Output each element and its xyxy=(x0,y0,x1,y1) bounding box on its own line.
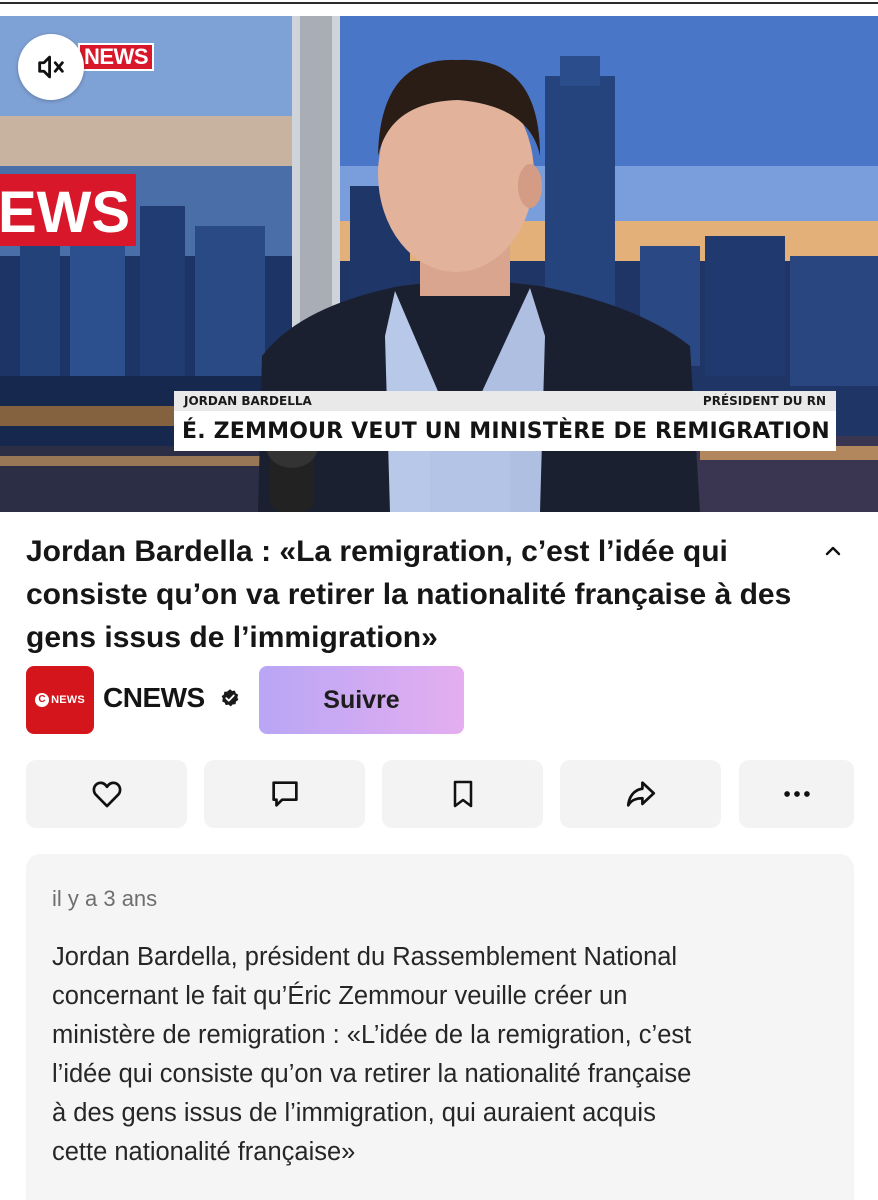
share-icon xyxy=(626,781,655,807)
description-card: il y a 3 ans Jordan Bardella, président … xyxy=(26,854,854,1200)
post-title: Jordan Bardella : «La remigration, c’est… xyxy=(26,535,792,654)
comment-button[interactable] xyxy=(204,760,365,828)
collapse-button[interactable] xyxy=(816,534,850,568)
avatar-logo: C NEWS xyxy=(35,693,85,707)
share-button[interactable] xyxy=(560,760,721,828)
bookmark-button[interactable] xyxy=(382,760,543,828)
more-options-button[interactable] xyxy=(739,760,854,828)
speaker-muted-icon xyxy=(38,55,64,79)
heart-icon xyxy=(92,781,121,808)
avatar-letter: C xyxy=(35,693,50,707)
channel-avatar[interactable]: C NEWS xyxy=(26,666,94,734)
lower-third-headline: É. ZEMMOUR VEUT UN MINISTÈRE DE REMIGRAT… xyxy=(174,411,836,451)
like-button[interactable] xyxy=(26,760,187,828)
verified-badge-icon xyxy=(221,689,239,707)
channel-bug: NEWS xyxy=(78,43,154,71)
bookmark-icon xyxy=(453,780,472,808)
avatar-text: NEWS xyxy=(51,694,85,706)
lower-third-name: JORDAN BARDELLA xyxy=(184,394,312,408)
video-player[interactable]: EWS NEWS JORDAN BARDELLA PRÉSIDENT DU RN… xyxy=(0,16,878,512)
more-icon xyxy=(783,791,810,797)
post-timestamp: il y a 3 ans xyxy=(52,886,158,911)
chevron-up-icon xyxy=(825,546,841,556)
comment-icon xyxy=(271,781,298,807)
description-text: Jordan Bardella, président du Rassemblem… xyxy=(52,943,692,1166)
top-divider xyxy=(0,0,878,4)
lower-third-role: PRÉSIDENT DU RN xyxy=(702,394,826,408)
mute-button[interactable] xyxy=(18,34,84,100)
channel-name[interactable]: CNEWS xyxy=(103,682,205,714)
lower-third: JORDAN BARDELLA PRÉSIDENT DU RN É. ZEMMO… xyxy=(174,391,836,451)
follow-button[interactable]: Suivre xyxy=(259,666,464,734)
wall-news-logo: EWS xyxy=(0,180,130,245)
